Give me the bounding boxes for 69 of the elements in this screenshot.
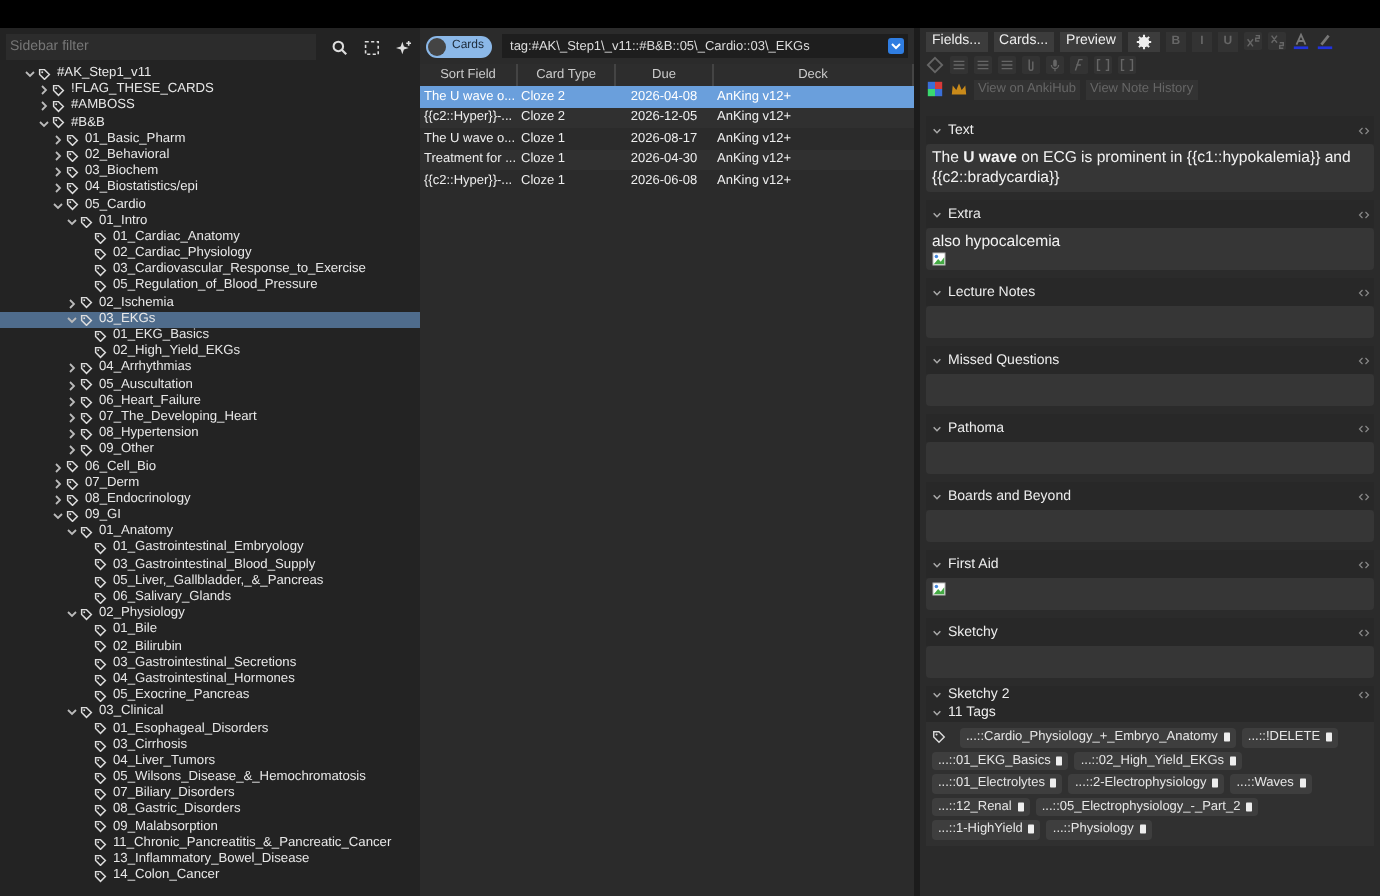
- chevron-right-icon[interactable]: [66, 297, 78, 310]
- chevron-down-icon[interactable]: [66, 608, 78, 621]
- delete-icon[interactable]: [1017, 801, 1024, 812]
- delete-icon[interactable]: [1056, 755, 1063, 766]
- delete-icon[interactable]: [1246, 801, 1253, 812]
- code-icon[interactable]: [1358, 125, 1370, 135]
- delete-icon[interactable]: [1139, 824, 1146, 835]
- code-icon[interactable]: [1358, 209, 1370, 219]
- tag-editor[interactable]: [926, 722, 1374, 845]
- code-icon[interactable]: [1358, 423, 1370, 433]
- code-icon[interactable]: [1358, 355, 1370, 365]
- delete-icon[interactable]: [1212, 778, 1219, 789]
- chevron-right-icon[interactable]: [66, 428, 78, 441]
- chevron-right-icon[interactable]: [52, 133, 64, 146]
- settings-button[interactable]: [1127, 31, 1160, 51]
- chevron-right-icon[interactable]: [38, 100, 50, 113]
- chevron-right-icon[interactable]: [38, 84, 50, 97]
- chevron-down-icon[interactable]: [24, 68, 36, 81]
- chevron-down-icon[interactable]: [66, 706, 78, 719]
- paperclip-icon[interactable]: [1022, 56, 1040, 74]
- code-icon[interactable]: [1358, 689, 1370, 699]
- grid-icon[interactable]: [926, 80, 944, 98]
- chevron-right-icon[interactable]: [52, 182, 64, 195]
- delete-icon[interactable]: [1028, 824, 1035, 835]
- delete-icon[interactable]: [1230, 755, 1237, 766]
- code-icon[interactable]: [1358, 627, 1370, 637]
- delete-icon[interactable]: [1050, 778, 1057, 789]
- tag-icon: [38, 67, 51, 81]
- chevron-down-icon[interactable]: [66, 215, 78, 228]
- chevron-right-icon[interactable]: [66, 395, 78, 408]
- chevron-down-icon[interactable]: [932, 491, 942, 501]
- crown-icon[interactable]: [950, 80, 968, 98]
- chevron-right-icon[interactable]: [66, 362, 78, 375]
- text-color-icon[interactable]: [1291, 32, 1310, 50]
- chevron-down-icon[interactable]: [52, 510, 64, 523]
- subscript-icon[interactable]: [1267, 32, 1286, 50]
- delete-icon[interactable]: [1326, 732, 1333, 743]
- chevron-down-icon[interactable]: [66, 526, 78, 539]
- chevron-down-icon[interactable]: [932, 287, 942, 297]
- field-input[interactable]: [926, 578, 1374, 610]
- selection-icon[interactable]: [364, 39, 381, 55]
- chevron-down-icon[interactable]: [932, 627, 942, 637]
- delete-icon[interactable]: [1223, 732, 1230, 743]
- chevron-right-icon[interactable]: [52, 461, 64, 474]
- sparkle-icon[interactable]: [396, 39, 412, 55]
- highlight-icon[interactable]: [1315, 32, 1334, 50]
- chevron-right-icon[interactable]: [66, 379, 78, 392]
- chevron-down-icon[interactable]: [52, 199, 64, 212]
- chevron-down-icon[interactable]: [932, 125, 942, 135]
- chevron-down-icon[interactable]: [932, 209, 942, 219]
- chevron-down-icon[interactable]: [932, 423, 942, 433]
- chevron-down-icon[interactable]: [38, 117, 50, 130]
- code-icon[interactable]: [1358, 287, 1370, 297]
- delete-icon[interactable]: [1299, 778, 1306, 789]
- tag-icon: [94, 870, 107, 884]
- chevron-right-icon[interactable]: [66, 412, 78, 425]
- chevron-right-icon[interactable]: [52, 477, 64, 490]
- tag-icon: [932, 730, 946, 745]
- chevron-right-icon[interactable]: [66, 444, 78, 457]
- chevron-right-icon[interactable]: [52, 150, 64, 163]
- superscript-icon[interactable]: [1243, 32, 1262, 50]
- chevron-down-icon[interactable]: [932, 355, 942, 365]
- dropdown-icon[interactable]: [888, 38, 904, 54]
- chevron-down-icon[interactable]: [932, 559, 942, 569]
- search-icon[interactable]: [332, 39, 349, 55]
- code-icon[interactable]: [1358, 559, 1370, 569]
- chevron-right-icon[interactable]: [52, 166, 64, 179]
- chevron-right-icon[interactable]: [52, 493, 64, 506]
- code-icon[interactable]: [1358, 491, 1370, 501]
